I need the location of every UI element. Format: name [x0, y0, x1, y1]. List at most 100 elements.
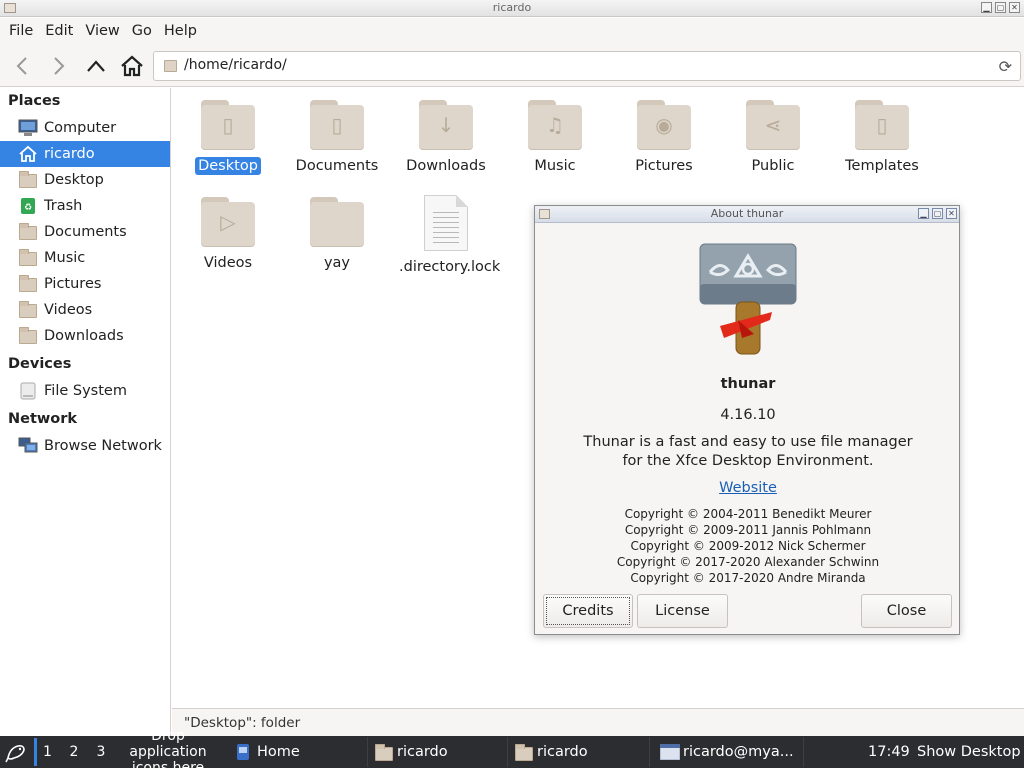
app-name: thunar — [720, 376, 776, 392]
file-item-documents[interactable]: ▯ Documents — [287, 100, 387, 175]
file-item-label: Desktop — [195, 157, 261, 175]
file-item-directory-lock[interactable]: .directory.lock — [396, 195, 500, 276]
folder-camera-icon: ◉ — [637, 100, 691, 150]
menu-view[interactable]: View — [79, 23, 125, 39]
launcher-drop-area[interactable]: Drop application icons here — [112, 728, 224, 776]
file-item-label: Public — [751, 158, 795, 174]
file-item-label: Pictures — [635, 158, 693, 174]
parent-folder-button[interactable] — [82, 52, 110, 80]
task-label: ricardo@mya... — [683, 744, 794, 760]
file-item-templates[interactable]: ▯ Templates — [832, 100, 932, 175]
location-path[interactable]: /home/ricardo/ — [184, 57, 287, 73]
sidebar-item-label: Trash — [44, 198, 83, 214]
folder-icon: ▯ — [201, 100, 255, 150]
file-item-videos[interactable]: ▷ Videos — [178, 197, 278, 272]
thunar-hammer-icon — [699, 243, 797, 355]
forward-button[interactable] — [45, 52, 73, 80]
folder-share-icon: ⋖ — [746, 100, 800, 150]
back-button[interactable] — [8, 52, 36, 80]
close-window-button[interactable]: ✕ — [1009, 2, 1020, 13]
maximize-button[interactable]: ▢ — [995, 2, 1006, 13]
documents-folder-icon — [18, 223, 38, 241]
sidebar-item-desktop[interactable]: Desktop — [0, 167, 170, 193]
task-ricardo-2[interactable]: ricardo — [508, 737, 650, 767]
location-bar[interactable]: /home/ricardo/ ⟳ — [153, 51, 1021, 81]
workspace-2[interactable]: 2 — [62, 738, 86, 766]
clock[interactable]: 17:49 — [868, 736, 910, 768]
drive-icon — [18, 382, 38, 400]
sidebar-item-computer[interactable]: Computer — [0, 115, 170, 141]
file-item-desktop[interactable]: ▯ Desktop — [178, 100, 278, 175]
website-link[interactable]: Website — [719, 480, 777, 496]
sidebar-item-downloads[interactable]: Downloads — [0, 323, 170, 349]
menu-file[interactable]: File — [3, 23, 39, 39]
folder-template-icon: ▯ — [855, 100, 909, 150]
file-item-pictures[interactable]: ◉ Pictures — [614, 100, 714, 175]
sidebar-item-videos[interactable]: Videos — [0, 297, 170, 323]
file-item-label: yay — [323, 255, 351, 271]
file-item-label: .directory.lock — [399, 259, 501, 275]
sidebar-item-music[interactable]: Music — [0, 245, 170, 271]
task-home[interactable]: Home — [228, 737, 368, 767]
terminal-icon — [659, 743, 681, 761]
taskbar: 1 2 3 Drop application icons here Home r… — [0, 728, 1024, 776]
dialog-close-button[interactable]: ✕ — [946, 208, 957, 219]
network-icon — [18, 437, 38, 455]
sidebar-item-trash[interactable]: ♻ Trash — [0, 193, 170, 219]
dialog-title: About thunar — [710, 207, 784, 220]
menu-go[interactable]: Go — [126, 23, 158, 39]
dialog-maximize-button[interactable]: ▢ — [932, 208, 943, 219]
pictures-folder-icon — [18, 275, 38, 293]
launcher-text-line1: Drop application — [129, 728, 207, 760]
text-file-icon — [424, 195, 468, 251]
app-description-line1: Thunar is a fast and easy to use file ma… — [583, 434, 913, 450]
menu-edit[interactable]: Edit — [39, 23, 79, 39]
credits-button[interactable]: Credits — [543, 594, 633, 628]
minimize-button[interactable]: ▁ — [981, 2, 992, 13]
workspace-1[interactable]: 1 — [34, 738, 58, 766]
sidebar-item-browse-network[interactable]: Browse Network — [0, 433, 170, 459]
workspace-3[interactable]: 3 — [89, 738, 113, 766]
window-titlebar[interactable]: ricardo ▁ ▢ ✕ — [0, 0, 1024, 17]
svg-text:♻: ♻ — [24, 203, 32, 213]
videos-folder-icon — [18, 301, 38, 319]
task-label: ricardo — [397, 744, 448, 760]
dialog-titlebar[interactable]: About thunar ▁ ▢ ✕ — [535, 206, 959, 223]
task-ricardo-1[interactable]: ricardo — [368, 737, 508, 767]
home-window-icon — [234, 744, 252, 760]
license-button[interactable]: License — [637, 594, 728, 628]
sidebar-item-label: ricardo — [44, 146, 95, 162]
app-menu-button[interactable] — [4, 736, 30, 768]
home-button[interactable] — [118, 52, 146, 80]
task-terminal[interactable]: ricardo@mya... — [654, 737, 804, 767]
menu-help[interactable]: Help — [158, 23, 203, 39]
sidebar-item-pictures[interactable]: Pictures — [0, 271, 170, 297]
file-item-label: Videos — [203, 255, 253, 271]
sidebar-item-label: File System — [44, 383, 127, 399]
file-item-label: Music — [534, 158, 576, 174]
dialog-minimize-button[interactable]: ▁ — [918, 208, 929, 219]
menubar: File Edit View Go Help — [0, 18, 1024, 44]
folder-icon: ▯ — [310, 100, 364, 150]
reload-icon[interactable]: ⟳ — [999, 57, 1012, 76]
music-folder-icon — [18, 249, 38, 267]
show-desktop-button[interactable]: Show Desktop — [917, 736, 1021, 768]
file-item-label: Downloads — [406, 158, 486, 174]
sidebar-item-label: Music — [44, 250, 86, 266]
file-item-public[interactable]: ⋖ Public — [723, 100, 823, 175]
file-item-downloads[interactable]: ↓ Downloads — [396, 100, 496, 175]
file-item-yay[interactable]: yay — [287, 197, 387, 272]
trash-icon: ♻ — [18, 197, 38, 215]
close-button[interactable]: Close — [861, 594, 952, 628]
about-dialog: About thunar ▁ ▢ ✕ thunar 4.16.10 Thunar… — [534, 205, 960, 635]
task-label: ricardo — [537, 744, 588, 760]
sidebar-item-documents[interactable]: Documents — [0, 219, 170, 245]
statusbar: "Desktop": folder — [172, 708, 1024, 736]
sidebar-item-file-system[interactable]: File System — [0, 378, 170, 404]
copyright-line: Copyright © 2004-2011 Benedikt Meurer — [624, 507, 872, 521]
sidebar-item-ricardo[interactable]: ricardo — [0, 141, 170, 167]
chevron-right-icon — [54, 57, 65, 75]
file-item-music[interactable]: ♫ Music — [505, 100, 605, 175]
copyright-line: Copyright © 2017-2020 Alexander Schwinn — [616, 555, 880, 569]
places-heading: Places — [8, 93, 61, 109]
